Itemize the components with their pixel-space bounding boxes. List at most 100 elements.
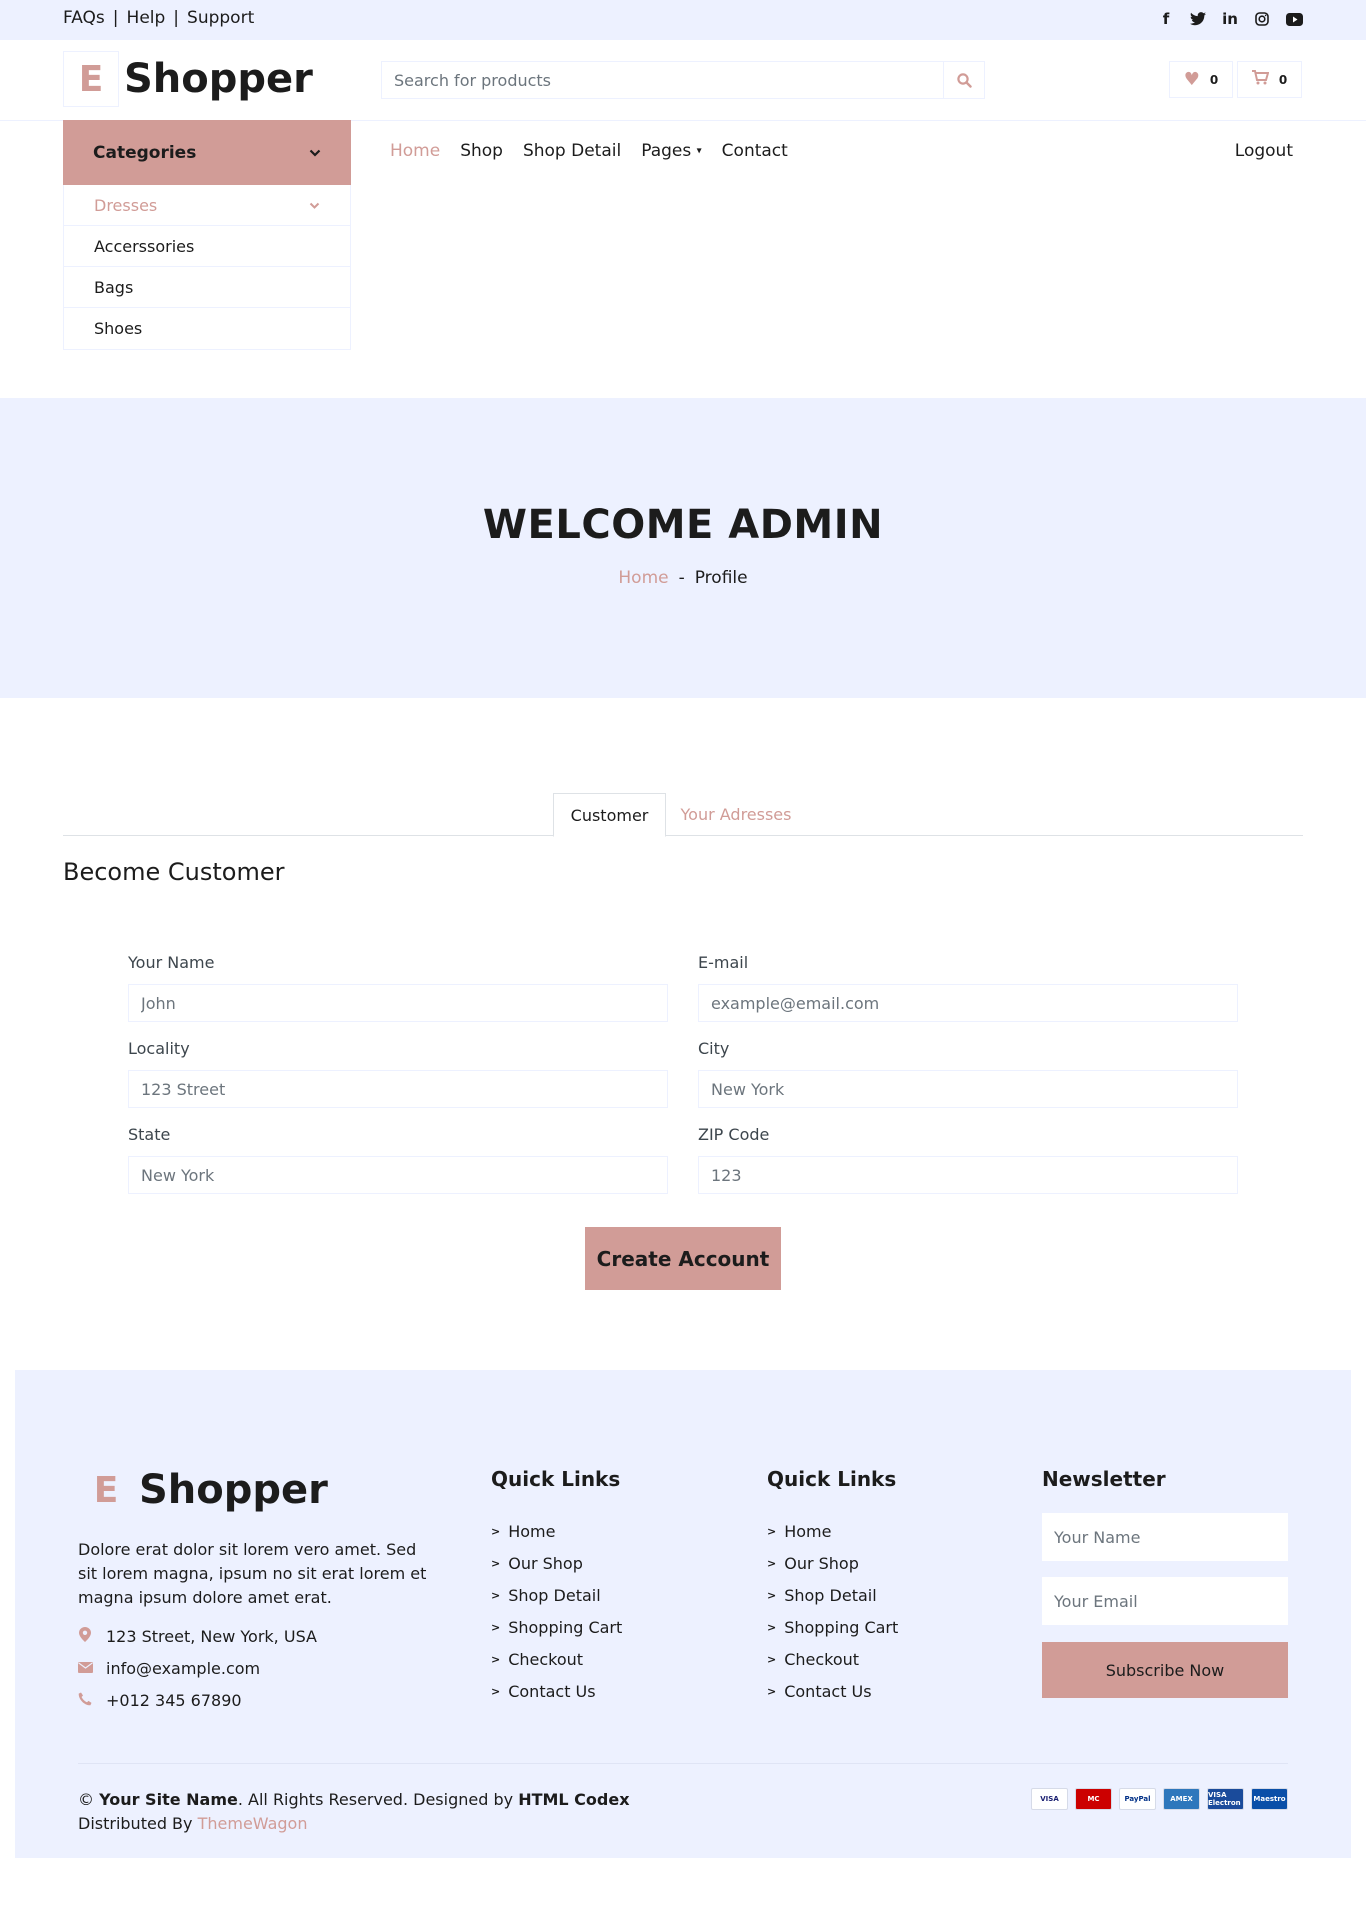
- caret-down-icon: ▾: [696, 145, 702, 157]
- linkedin-icon[interactable]: in: [1221, 9, 1239, 29]
- nav-contact[interactable]: Contact: [722, 141, 788, 161]
- footer-link-label: Checkout: [508, 1649, 584, 1669]
- state-label: State: [128, 1125, 171, 1144]
- tab-addresses[interactable]: Your Adresses: [671, 793, 801, 836]
- nav-shop[interactable]: Shop: [460, 141, 503, 161]
- heart-icon: ♥: [1183, 69, 1200, 90]
- chevron-right-icon: >: [767, 1684, 777, 1698]
- chevron-down-icon: [309, 149, 321, 157]
- footer-email: info@example.com: [78, 1659, 260, 1678]
- help-link[interactable]: Help: [127, 8, 166, 28]
- designer-link[interactable]: HTML Codex: [518, 1790, 629, 1809]
- name-input[interactable]: [128, 984, 668, 1022]
- breadcrumb: Home - Profile: [0, 568, 1366, 588]
- city-input[interactable]: [698, 1070, 1238, 1108]
- categories-title: Categories: [93, 142, 197, 163]
- footer-link-label: Shopping Cart: [508, 1617, 623, 1637]
- brand-logo[interactable]: E Shopper: [63, 51, 313, 107]
- logo-letter: E: [63, 51, 119, 107]
- category-shoes[interactable]: Shoes: [64, 308, 350, 349]
- footer-link-our-shop[interactable]: > Our Shop: [491, 1547, 622, 1579]
- categories-toggle[interactable]: Categories: [63, 120, 351, 185]
- nav-pages[interactable]: Pages ▾: [641, 141, 701, 161]
- email-input[interactable]: [698, 984, 1238, 1022]
- instagram-icon[interactable]: [1253, 9, 1271, 29]
- subscribe-button[interactable]: Subscribe Now: [1042, 1642, 1288, 1698]
- state-input[interactable]: [128, 1156, 668, 1194]
- search-button[interactable]: [943, 62, 984, 98]
- chevron-right-icon: >: [491, 1684, 501, 1698]
- footer-link-label: Checkout: [784, 1649, 860, 1669]
- quick-links-list: > Home > Our Shop > Shop Detail > Shopping C…: [491, 1515, 622, 1707]
- footer-link-our-shop[interactable]: > Our Shop: [767, 1547, 898, 1579]
- footer-link-checkout[interactable]: > Checkout: [491, 1643, 622, 1675]
- logout-link[interactable]: Logout: [1235, 141, 1293, 161]
- cart-button[interactable]: 0: [1237, 61, 1302, 98]
- wishlist-button[interactable]: ♥ 0: [1169, 61, 1233, 98]
- footer-link-checkout[interactable]: > Checkout: [767, 1643, 898, 1675]
- footer-link-contact-us[interactable]: > Contact Us: [491, 1675, 622, 1707]
- page-title: WELCOME ADMIN: [482, 502, 884, 548]
- nav-shop-detail[interactable]: Shop Detail: [523, 141, 621, 161]
- facebook-icon[interactable]: f: [1157, 9, 1175, 29]
- category-label: Shoes: [94, 319, 143, 338]
- chevron-right-icon: >: [491, 1556, 501, 1570]
- search-input[interactable]: [382, 62, 943, 98]
- logo-letter: E: [78, 1462, 134, 1518]
- cart-count: 0: [1278, 72, 1288, 87]
- twitter-icon[interactable]: [1189, 9, 1207, 29]
- category-label: Dresses: [94, 195, 158, 215]
- footer-link-label: Our Shop: [508, 1553, 583, 1573]
- footer-link-shop-detail[interactable]: > Shop Detail: [491, 1579, 622, 1611]
- nav-home[interactable]: Home: [390, 141, 440, 161]
- support-link[interactable]: Support: [187, 8, 254, 28]
- email-text[interactable]: info@example.com: [106, 1659, 260, 1678]
- name-label: Your Name: [128, 953, 215, 972]
- distributor-link[interactable]: ThemeWagon: [198, 1814, 308, 1833]
- faqs-link[interactable]: FAQs: [63, 8, 105, 28]
- site-name-link[interactable]: Your Site Name: [99, 1790, 238, 1809]
- address-text: 123 Street, New York, USA: [106, 1627, 317, 1646]
- category-accessories[interactable]: Accerssories: [64, 226, 350, 267]
- footer-link-home[interactable]: > Home: [767, 1515, 898, 1547]
- tab-customer[interactable]: Customer: [553, 793, 666, 837]
- categories-list: Dresses Accerssories Bags Shoes: [63, 185, 351, 350]
- section-title: Become Customer: [63, 858, 285, 886]
- newsletter-email-input[interactable]: [1042, 1577, 1288, 1625]
- newsletter-name-input[interactable]: [1042, 1513, 1288, 1561]
- chevron-right-icon: >: [491, 1620, 501, 1634]
- create-account-button[interactable]: Create Account: [585, 1227, 781, 1290]
- cart-icon: [1251, 69, 1270, 90]
- footer-link-label: Home: [784, 1521, 832, 1541]
- envelope-icon: [78, 1661, 93, 1677]
- email-label: E-mail: [698, 953, 749, 972]
- footer-link-shop-detail[interactable]: > Shop Detail: [767, 1579, 898, 1611]
- footer-link-label: Home: [508, 1521, 556, 1541]
- footer-logo[interactable]: E Shopper: [78, 1462, 328, 1518]
- breadcrumb-home[interactable]: Home: [618, 568, 668, 588]
- locality-input[interactable]: [128, 1070, 668, 1108]
- footer-link-label: Shopping Cart: [784, 1617, 899, 1637]
- category-bags[interactable]: Bags: [64, 267, 350, 308]
- youtube-icon[interactable]: [1285, 9, 1303, 29]
- footer-link-shopping-cart[interactable]: > Shopping Cart: [491, 1611, 622, 1643]
- zip-input[interactable]: [698, 1156, 1238, 1194]
- category-label: Bags: [94, 277, 134, 297]
- social-links: f in: [1157, 9, 1303, 29]
- payment-card-icon: PayPal: [1119, 1788, 1156, 1810]
- zip-label: ZIP Code: [698, 1125, 770, 1144]
- separator: |: [173, 8, 180, 28]
- category-label: Accerssories: [94, 236, 195, 256]
- separator: |: [112, 8, 119, 28]
- breadcrumb-current: Profile: [694, 568, 748, 588]
- category-dresses[interactable]: Dresses: [64, 185, 350, 226]
- footer-link-shopping-cart[interactable]: > Shopping Cart: [767, 1611, 898, 1643]
- footer-link-contact-us[interactable]: > Contact Us: [767, 1675, 898, 1707]
- logo-text: Shopper: [139, 1467, 328, 1513]
- top-bar: FAQs | Help | Support f in: [0, 0, 1366, 40]
- payment-card-icon: MC: [1075, 1788, 1112, 1810]
- footer-divider: [78, 1763, 1288, 1764]
- footer-link-home[interactable]: > Home: [491, 1515, 622, 1547]
- footer-link-label: Contact Us: [784, 1681, 872, 1701]
- footer-link-label: Shop Detail: [784, 1585, 877, 1605]
